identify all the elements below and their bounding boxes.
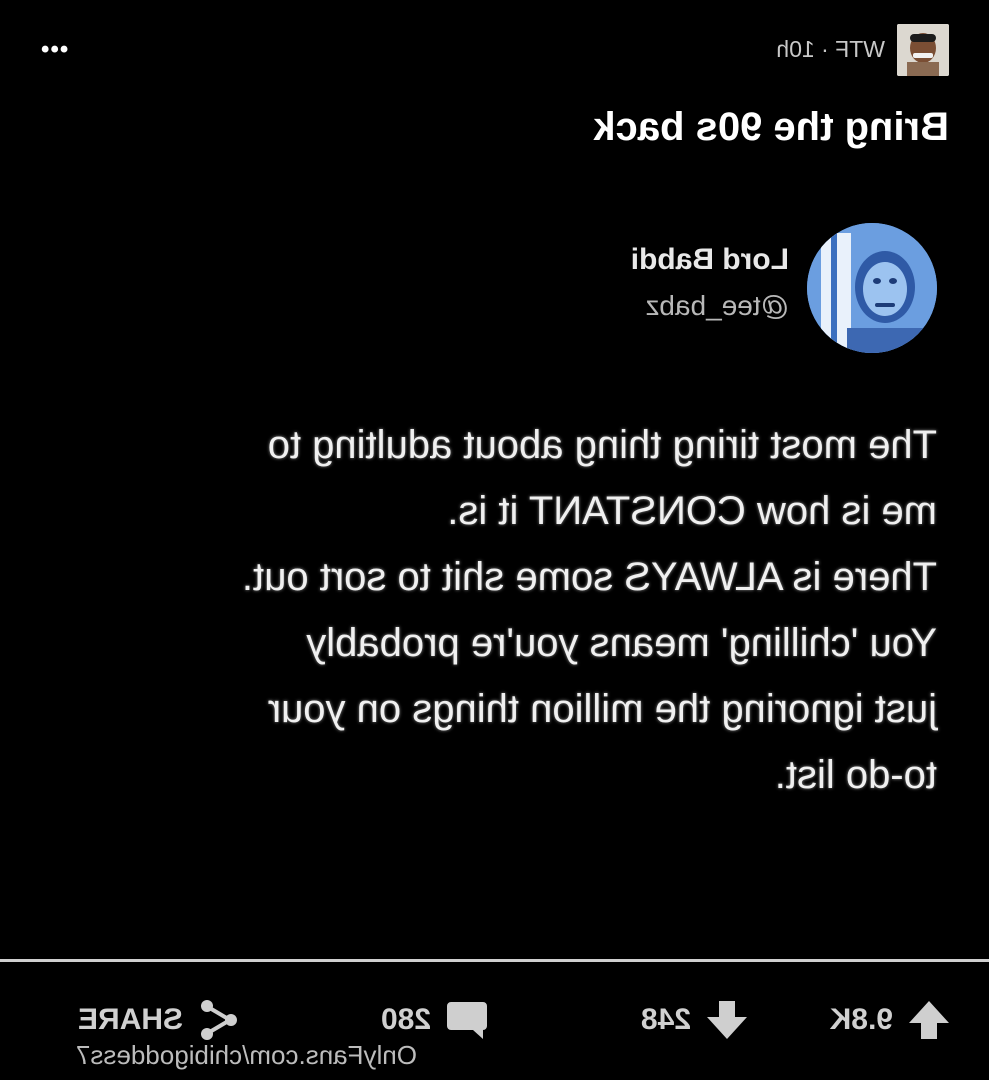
upvote-button[interactable]: 9.8K [830, 990, 951, 1050]
tweet-text-line: There is ALWAYS some shit to sort out. [241, 555, 937, 599]
mirrored-screen: WTF · 10h ••• Bring the 90s back Lord Ba… [0, 0, 989, 1080]
tweet-author-name: Lord Babdi [630, 243, 789, 276]
tweet-author-handle: @tee_babz [645, 290, 789, 321]
comment-icon [447, 1002, 487, 1039]
downvote-button[interactable]: 248 [641, 990, 749, 1050]
tweet-text-line: You 'chilling' means you're probably [306, 621, 937, 665]
tweet-text: The most tiring thing about adulting to … [37, 412, 937, 808]
arrow-down-icon [707, 1001, 747, 1039]
tweet-author-avatar [807, 223, 937, 353]
arrow-up-icon [909, 1001, 949, 1039]
comment-count: 280 [380, 1003, 431, 1036]
post-header: WTF · 10h ••• [40, 22, 949, 78]
watermark: OnlyFans.com/chibigoddess7 [75, 1040, 417, 1070]
subreddit-avatar[interactable] [897, 24, 949, 76]
post-meta[interactable]: WTF · 10h [776, 36, 885, 63]
post-title[interactable]: Bring the 90s back [593, 105, 949, 150]
tweet-text-line: me is how CONSTANT it is. [447, 489, 937, 533]
share-label: SHARE [77, 1003, 183, 1036]
tweet-text-line: just ignoring the million things on your [267, 687, 937, 731]
downvote-count: 248 [640, 1003, 691, 1036]
tweet-text-line: to-do list. [774, 753, 937, 797]
tweet-text-line: The most tiring thing about adulting to [267, 423, 937, 467]
share-icon [201, 1000, 237, 1040]
more-options-button[interactable]: ••• [40, 36, 68, 64]
upvote-count: 9.8K [829, 1003, 893, 1036]
divider [0, 959, 989, 962]
